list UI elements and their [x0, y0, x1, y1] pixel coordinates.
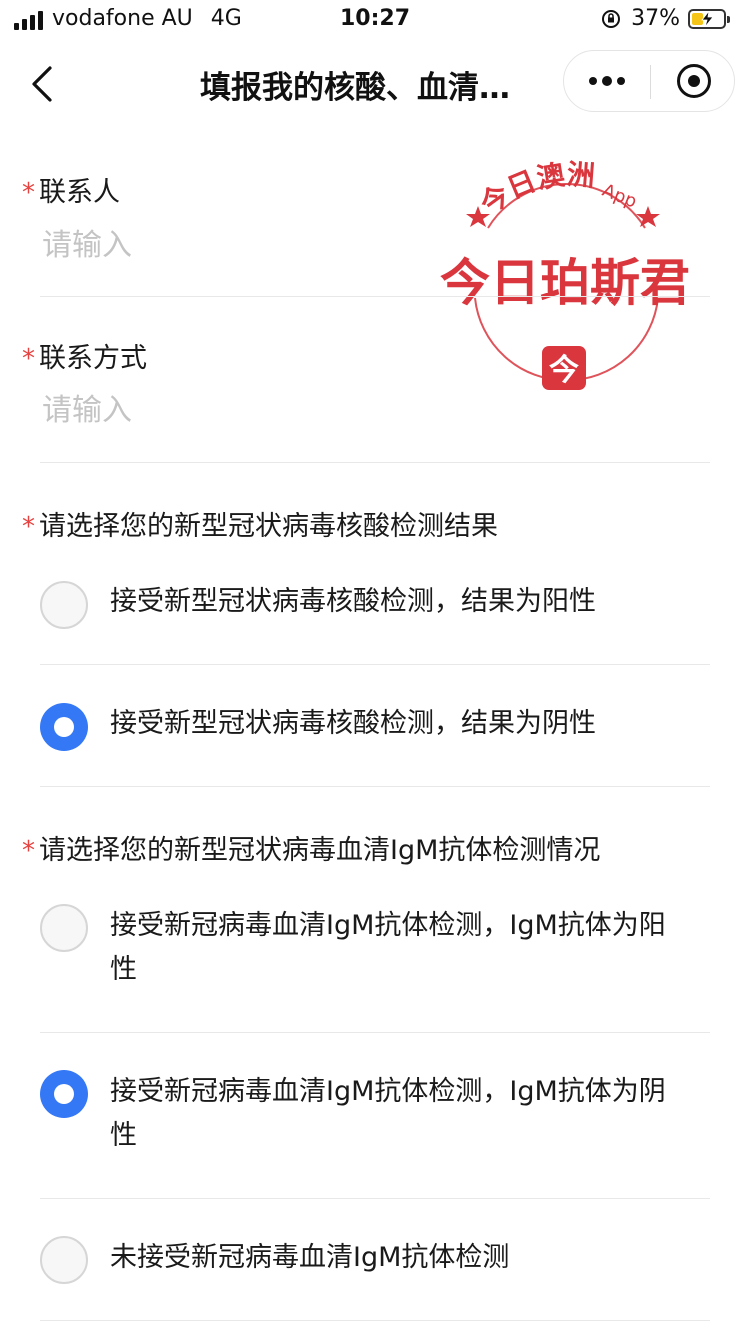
igm-option-not-tested[interactable]: 未接受新冠病毒血清IgM抗体检测: [40, 1236, 710, 1286]
divider: [40, 1320, 710, 1321]
radio-button[interactable]: [40, 1236, 88, 1284]
divider: [40, 462, 710, 463]
contact-method-input[interactable]: 请输入: [42, 385, 132, 429]
required-mark: *: [22, 344, 35, 374]
close-miniprogram-button[interactable]: [677, 64, 711, 98]
watermark-logo-char: 今: [549, 353, 579, 388]
divider: [40, 664, 710, 665]
radio-button[interactable]: [40, 1070, 88, 1118]
contact-person-input[interactable]: 请输入: [42, 220, 132, 264]
divider: [40, 1198, 710, 1199]
watermark-main-text: 今日珀斯君: [440, 254, 690, 312]
nav-bar: 填报我的核酸、血清…: [0, 44, 750, 124]
miniprogram-capsule: [563, 50, 735, 112]
nucleic-question-label: * 请选择您的新型冠状病毒核酸检测结果: [22, 511, 498, 542]
radio-button[interactable]: [40, 703, 88, 751]
required-mark: *: [22, 836, 35, 866]
battery-percent: 37%: [631, 6, 680, 31]
option-label: 接受新型冠状病毒核酸检测，结果为阳性: [110, 586, 596, 617]
battery-icon: [688, 8, 730, 29]
status-right: 37%: [601, 6, 730, 31]
igm-question-label: * 请选择您的新型冠状病毒血清IgM抗体检测情况: [22, 835, 601, 866]
rotation-lock-icon: [602, 9, 621, 28]
back-button[interactable]: [26, 62, 60, 106]
igm-option-negative[interactable]: 接受新冠病毒血清IgM抗体检测，IgM抗体为阴性: [40, 1070, 710, 1160]
radio-button[interactable]: [40, 904, 88, 952]
option-label: 接受新冠病毒血清IgM抗体检测，IgM抗体为阳性: [110, 910, 666, 985]
option-label: 接受新冠病毒血清IgM抗体检测，IgM抗体为阴性: [110, 1076, 666, 1151]
watermark-app-text: App: [599, 180, 639, 213]
star-right-icon: [636, 206, 660, 227]
required-mark: *: [22, 512, 35, 542]
status-bar: vodafone AU 4G 10:27 37%: [0, 0, 750, 40]
required-mark: *: [22, 178, 35, 208]
option-label: 未接受新冠病毒血清IgM抗体检测: [110, 1242, 510, 1273]
page-title: 填报我的核酸、血清…: [200, 70, 510, 106]
watermark-logo: 今日澳洲 App 今日珀斯君 今: [440, 158, 690, 390]
svg-text:今日澳洲: 今日澳洲: [474, 158, 596, 221]
divider: [40, 1032, 710, 1033]
divider: [40, 296, 710, 297]
more-button[interactable]: [564, 51, 650, 111]
option-label: 接受新型冠状病毒核酸检测，结果为阴性: [110, 708, 596, 739]
more-icon: [589, 77, 597, 85]
radio-button[interactable]: [40, 581, 88, 629]
contact-method-label: * 联系方式: [22, 343, 147, 374]
nucleic-option-negative[interactable]: 接受新型冠状病毒核酸检测，结果为阴性: [40, 702, 710, 752]
watermark-arc-text: 今日澳洲: [474, 158, 596, 221]
divider: [40, 786, 710, 787]
charging-bolt-icon: [701, 10, 714, 27]
igm-option-positive[interactable]: 接受新冠病毒血清IgM抗体检测，IgM抗体为阳性: [40, 904, 710, 994]
nucleic-option-positive[interactable]: 接受新型冠状病毒核酸检测，结果为阳性: [40, 580, 710, 630]
contact-person-label: * 联系人: [22, 177, 120, 208]
